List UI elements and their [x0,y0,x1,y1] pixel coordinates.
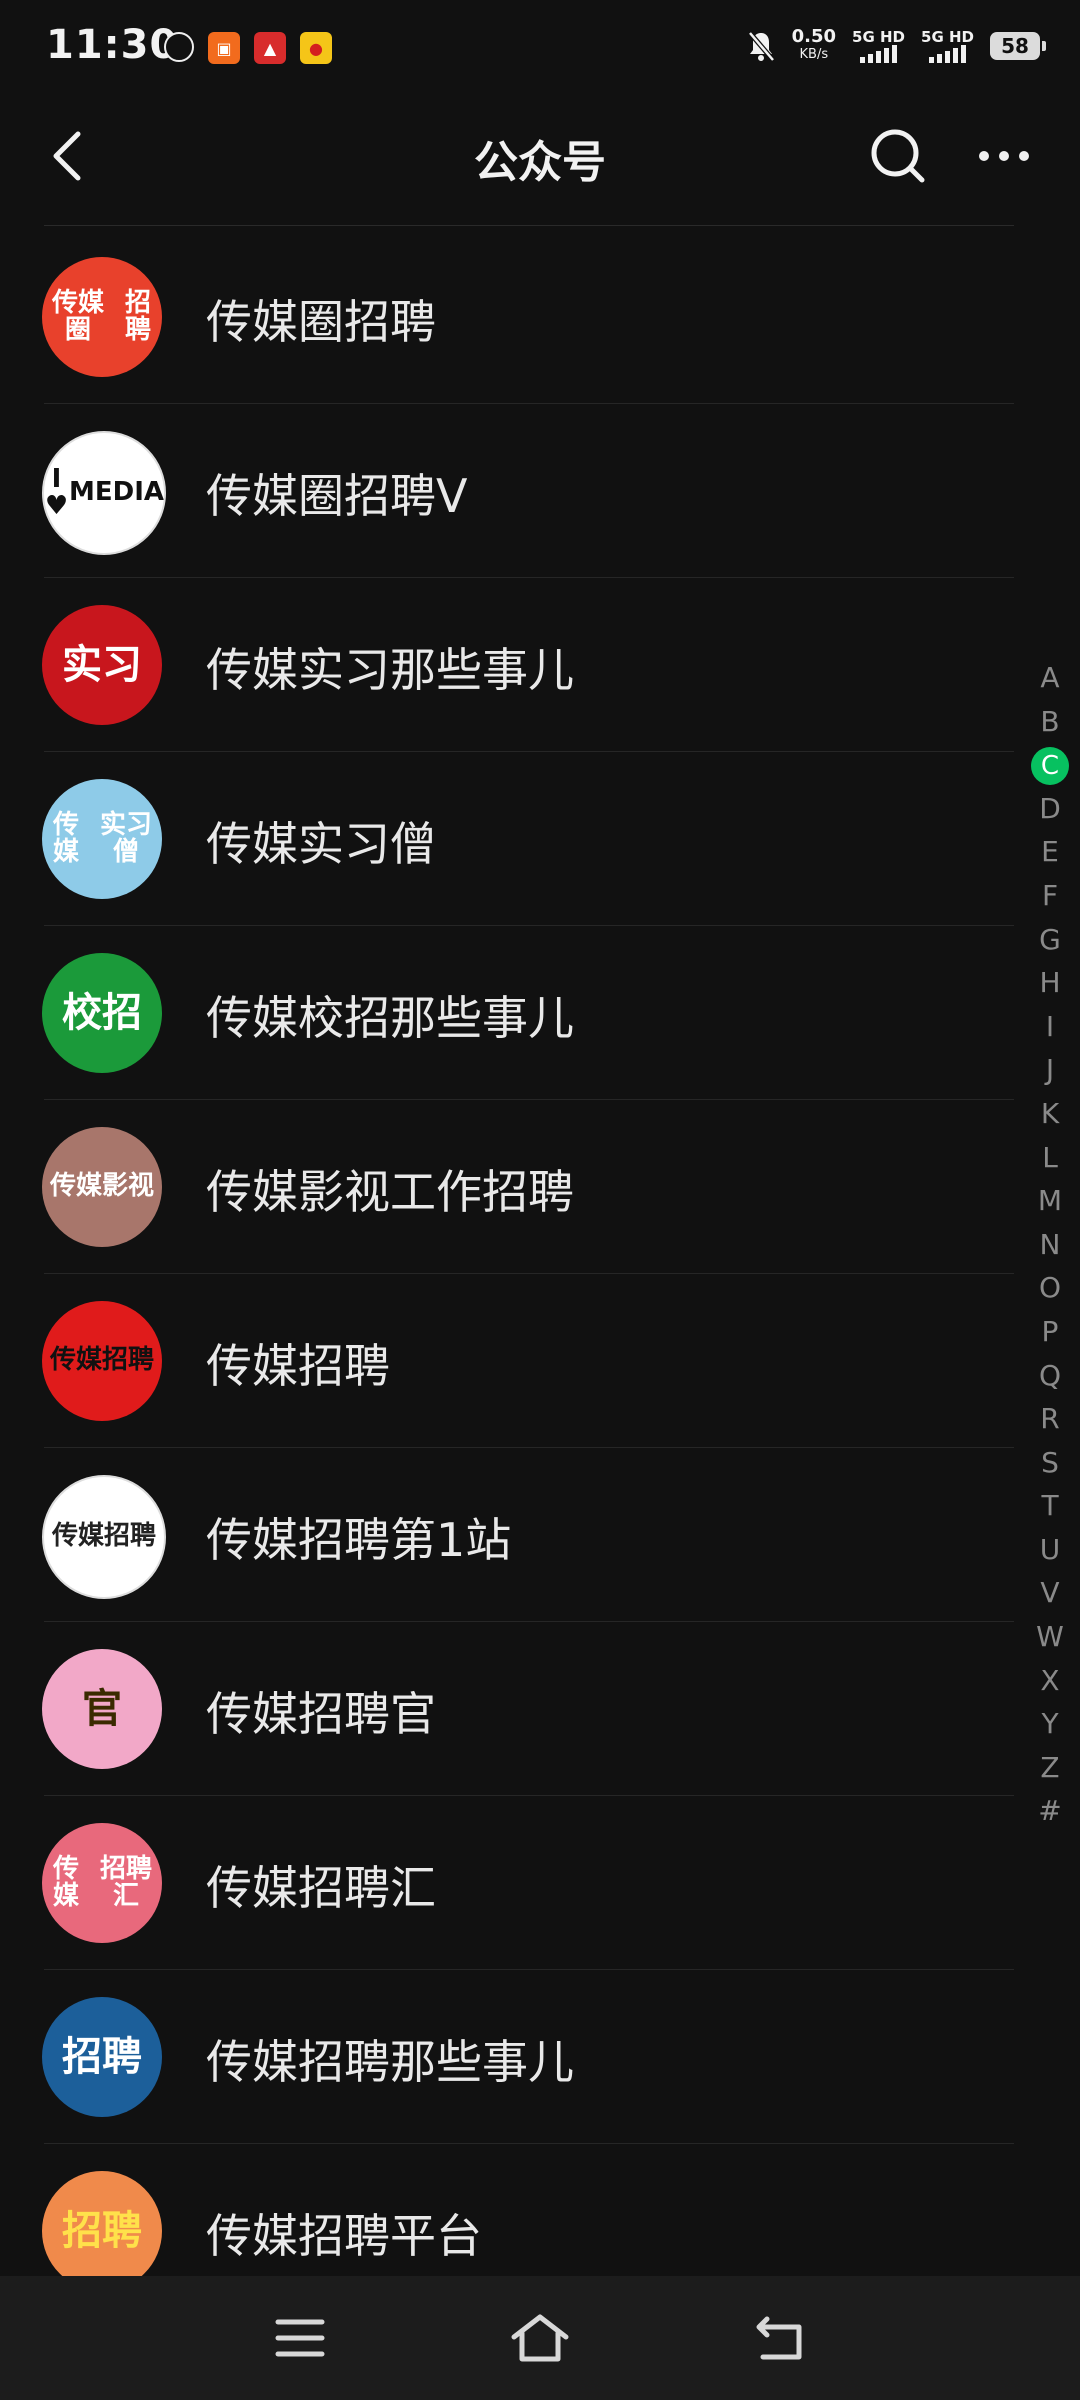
more-dots-icon [979,151,1029,161]
account-name: 传媒招聘官 [206,1687,436,1741]
alphabet-index[interactable]: A B C D E F G H I J K L M N O P Q R S T U V W X Y Z # [1030,656,1070,1833]
status-indicators: 0.50 KB/s 5G HD 5G HD 58 [746,26,1046,64]
home-button[interactable] [500,2306,580,2370]
list-item[interactable]: 传媒 招聘 传媒招聘第1站 [0,1448,1030,1622]
index-letter[interactable]: U [1030,1528,1070,1572]
index-letter[interactable]: B [1030,700,1070,744]
account-name: 传媒招聘 [206,1339,390,1393]
list-item[interactable]: I ♥ MEDIA 传媒圈招聘V [0,404,1030,578]
index-letter[interactable]: # [1030,1789,1070,1833]
avatar: 实习 [42,605,162,725]
index-letter[interactable]: K [1030,1092,1070,1136]
account-name: 传媒圈招聘V [206,469,468,523]
avatar: I ♥ MEDIA [42,431,166,555]
list-item[interactable]: 校招 传媒校招那些事儿 [0,926,1030,1100]
index-letter[interactable]: H [1030,961,1070,1005]
index-letter[interactable]: L [1030,1136,1070,1180]
status-bar: 11:30 ▣ ▲ ● 0.50 KB/s 5G HD 5G HD 58 [0,0,1080,96]
search-icon [871,129,925,183]
avatar: 传媒圈 招聘 [42,257,162,377]
list-item[interactable]: 招聘 传媒招聘那些事儿 [0,1970,1030,2144]
avatar: 传媒 影视 [42,1127,162,1247]
index-letter[interactable]: O [1030,1266,1070,1310]
signal-bars-icon [852,45,905,63]
battery-indicator: 58 [990,32,1046,60]
bell-muted-icon [747,31,775,62]
avatar: 招聘 [42,1997,162,2117]
index-letter[interactable]: R [1030,1397,1070,1441]
list-item[interactable]: 传媒 实习僧 传媒实习僧 [0,752,1030,926]
status-app-icons: ▣ ▲ ● [164,32,332,64]
index-letter[interactable]: Q [1030,1354,1070,1398]
home-icon [511,2314,569,2362]
list-item[interactable]: 传媒 影视 传媒影视工作招聘 [0,1100,1030,1274]
list-item[interactable]: 官传媒招聘官 [0,1622,1030,1796]
more-button[interactable] [966,118,1042,194]
signal-sim2: 5G HD [921,29,974,63]
official-accounts-list: 传媒圈 招聘 传媒圈招聘 I ♥ MEDIA 传媒圈招聘V 实习 传媒实习那些事儿 传媒 实习僧传… [0,216,1030,2276]
list-item[interactable]: 传媒圈 招聘 传媒圈招聘 [0,230,1030,404]
back-nav-button[interactable] [740,2306,820,2370]
index-letter[interactable]: P [1030,1310,1070,1354]
index-letter[interactable]: T [1030,1484,1070,1528]
account-name: 传媒招聘那些事儿 [206,2035,574,2089]
index-letter[interactable]: S [1030,1441,1070,1485]
avatar: 官 [42,1649,162,1769]
recent-apps-button[interactable] [260,2306,340,2370]
index-letter[interactable]: W [1030,1615,1070,1659]
menu-icon [275,2319,325,2357]
index-letter[interactable]: I [1030,1005,1070,1049]
signal-bars-icon [921,45,974,63]
search-button[interactable] [860,118,936,194]
index-letter[interactable]: M [1030,1179,1070,1223]
list-divider [44,225,1014,226]
avatar: 传媒 招聘 [42,1475,166,1599]
network-speed: 0.50 KB/s [791,26,837,63]
avatar: 传媒 招聘 [42,1301,162,1421]
index-letter[interactable]: F [1030,874,1070,918]
avatar: 传媒 招聘汇 [42,1823,162,1943]
index-letter[interactable]: J [1030,1048,1070,1092]
index-letter[interactable]: C [1030,743,1070,787]
account-name: 传媒校招那些事儿 [206,991,574,1045]
account-name: 传媒实习僧 [206,817,436,871]
avatar: 校招 [42,953,162,1073]
list-item[interactable]: 招聘 传媒招聘平台 [0,2144,1030,2276]
index-letter[interactable]: A [1030,656,1070,700]
system-nav-bar [0,2276,1080,2400]
index-letter[interactable]: V [1030,1571,1070,1615]
index-letter[interactable]: E [1030,830,1070,874]
account-name: 传媒影视工作招聘 [206,1165,574,1219]
account-name: 传媒招聘平台 [206,2209,482,2263]
index-letter[interactable]: X [1030,1659,1070,1703]
list-item[interactable]: 实习 传媒实习那些事儿 [0,578,1030,752]
avatar: 传媒 实习僧 [42,779,162,899]
account-name: 传媒招聘第1站 [206,1513,512,1567]
index-letter[interactable]: Y [1030,1702,1070,1746]
index-letter[interactable]: N [1030,1223,1070,1267]
top-bar: 公众号 [0,96,1080,216]
account-name: 传媒实习那些事儿 [206,643,574,697]
index-letter-active[interactable]: C [1031,747,1069,786]
avatar: 招聘 [42,2171,162,2276]
index-letter[interactable]: Z [1030,1746,1070,1790]
account-name: 传媒圈招聘 [206,295,436,349]
list-item[interactable]: 传媒 招聘汇 传媒招聘汇 [0,1796,1030,1970]
globe-app-icon [164,32,194,62]
list-item[interactable]: 传媒 招聘 传媒招聘 [0,1274,1030,1448]
account-name: 传媒招聘汇 [206,1861,436,1915]
orange-app-icon: ▣ [208,32,240,64]
back-arrow-icon [756,2316,802,2360]
index-letter[interactable]: D [1030,787,1070,831]
signal-sim1: 5G HD [852,29,905,63]
status-time: 11:30 [46,22,179,68]
index-letter[interactable]: G [1030,918,1070,962]
red-app-icon: ▲ [254,32,286,64]
weibo-app-icon: ● [300,32,332,64]
